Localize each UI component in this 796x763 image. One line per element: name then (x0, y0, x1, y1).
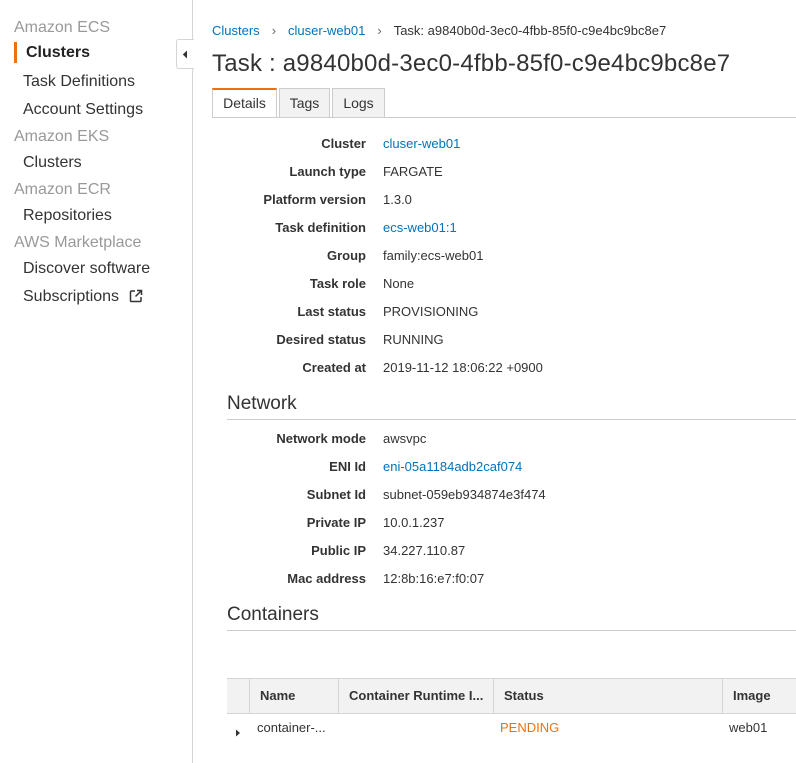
tab-details[interactable]: Details (212, 88, 277, 118)
tab-logs[interactable]: Logs (332, 88, 385, 118)
sidebar-group-marketplace: AWS Marketplace (14, 234, 142, 251)
detail-value: 1.3.0 (383, 192, 412, 207)
main-content: Clusters › cluser-web01 › Task: a9840b0d-3ec… (194, 0, 796, 763)
expand-row-icon[interactable] (235, 724, 241, 742)
sidebar-item-repositories[interactable]: Repositories (23, 207, 112, 225)
sidebar-group-ecr: Amazon ECR (14, 181, 111, 198)
network-row-eni: ENI Id eni-05a1184adb2caf074 (194, 459, 796, 479)
header-expander-col (227, 679, 249, 713)
external-link-icon (129, 289, 143, 308)
sidebar-nav: Amazon ECS Clusters Task Definitions Acc… (0, 0, 193, 763)
page-title: Task : a9840b0d-3ec0-4fbb-85f0-c9e4bc9bc… (212, 50, 731, 77)
detail-label: Created at (302, 360, 366, 375)
sidebar-item-task-definitions[interactable]: Task Definitions (23, 73, 135, 91)
network-row-public-ip: Public IP 34.227.110.87 (194, 543, 796, 563)
sidebar-item-subscriptions-label: Subscriptions (23, 288, 120, 305)
detail-label: Task definition (275, 220, 366, 235)
table-header: Name Container Runtime I... Status Image (227, 678, 796, 714)
sidebar-item-eks-clusters[interactable]: Clusters (23, 154, 82, 172)
detail-label: Group (327, 248, 366, 263)
detail-row-launch-type: Launch type FARGATE (194, 164, 796, 184)
header-image[interactable]: Image (722, 679, 796, 713)
detail-value: 34.227.110.87 (383, 543, 466, 558)
section-divider (227, 630, 796, 631)
header-status[interactable]: Status (493, 679, 722, 713)
detail-value: 2019-11-12 18:06:22 +0900 (383, 360, 543, 375)
network-row-mac: Mac address 12:8b:16:e7:f0:07 (194, 571, 796, 591)
network-section-title: Network (227, 393, 297, 414)
containers-section-title: Containers (227, 604, 319, 625)
header-name[interactable]: Name (249, 679, 338, 713)
table-row[interactable]: container-... PENDING web01 (227, 714, 796, 742)
tab-tags[interactable]: Tags (279, 88, 330, 118)
sidebar-group-eks: Amazon EKS (14, 128, 110, 145)
detail-row-last-status: Last status PROVISIONING (194, 304, 796, 324)
detail-row-platform-version: Platform version 1.3.0 (194, 192, 796, 212)
breadcrumb-separator-icon: › (377, 23, 382, 38)
detail-value: 10.0.1.237 (383, 515, 445, 530)
detail-value: PROVISIONING (383, 304, 479, 319)
caret-left-icon (182, 50, 187, 59)
breadcrumb-current: Task: a9840b0d-3ec0-4fbb-85f0-c9e4bc9bc8… (393, 23, 667, 38)
active-indicator (14, 42, 17, 63)
detail-label: Platform version (263, 192, 366, 207)
detail-label: Task role (309, 276, 366, 291)
detail-label: Launch type (289, 164, 366, 179)
sidebar-item-clusters[interactable]: Clusters (26, 44, 90, 62)
detail-row-task-role: Task role None (194, 276, 796, 296)
detail-label: Private IP (306, 515, 366, 530)
tabs-divider (212, 117, 796, 118)
cluster-link[interactable]: cluser-web01 (383, 136, 460, 151)
detail-label: Network mode (276, 431, 366, 446)
detail-label: Last status (297, 304, 366, 319)
detail-value: subnet-059eb934874e3f474 (383, 487, 546, 502)
detail-row-desired-status: Desired status RUNNING (194, 332, 796, 352)
sidebar-item-account-settings[interactable]: Account Settings (23, 101, 143, 119)
detail-value: family:ecs-web01 (383, 248, 484, 263)
detail-row-cluster: Cluster cluser-web01 (194, 136, 796, 156)
breadcrumb: Clusters › cluser-web01 › Task: a9840b0d-3ec… (212, 23, 666, 38)
cell-status: PENDING (500, 720, 560, 735)
detail-value: RUNNING (383, 332, 444, 347)
task-definition-link[interactable]: ecs-web01:1 (383, 220, 457, 235)
detail-value: FARGATE (383, 164, 443, 179)
network-row-private-ip: Private IP 10.0.1.237 (194, 515, 796, 535)
detail-value: 12:8b:16:e7:f0:07 (383, 571, 485, 586)
cell-runtime-id (348, 714, 488, 742)
detail-label: Cluster (321, 136, 366, 151)
cell-name[interactable]: container-... (257, 714, 337, 742)
network-row-mode: Network mode awsvpc (194, 431, 796, 451)
detail-row-task-definition: Task definition ecs-web01:1 (194, 220, 796, 240)
header-runtime-id[interactable]: Container Runtime I... (338, 679, 493, 713)
detail-label: Desired status (276, 332, 366, 347)
detail-row-group: Group family:ecs-web01 (194, 248, 796, 268)
eni-id-link[interactable]: eni-05a1184adb2caf074 (383, 459, 522, 474)
section-divider (227, 419, 796, 420)
detail-row-created-at: Created at 2019-11-12 18:06:22 +0900 (194, 360, 796, 380)
network-row-subnet: Subnet Id subnet-059eb934874e3f474 (194, 487, 796, 507)
sidebar-item-subscriptions[interactable]: Subscriptions (23, 288, 143, 308)
breadcrumb-cluster[interactable]: cluser-web01 (288, 23, 365, 38)
detail-value: awsvpc (383, 431, 427, 446)
detail-label: Subnet Id (306, 487, 366, 502)
detail-value: None (383, 276, 415, 291)
sidebar-item-discover-software[interactable]: Discover software (23, 260, 150, 278)
breadcrumb-separator-icon: › (271, 23, 277, 38)
sidebar-group-ecs: Amazon ECS (14, 19, 111, 36)
collapse-sidebar-button[interactable] (176, 39, 194, 69)
detail-label: Mac address (287, 571, 366, 586)
breadcrumb-clusters[interactable]: Clusters (212, 23, 260, 38)
detail-label: Public IP (311, 543, 366, 558)
cell-image: web01 (729, 720, 768, 735)
detail-label: ENI Id (329, 459, 366, 474)
